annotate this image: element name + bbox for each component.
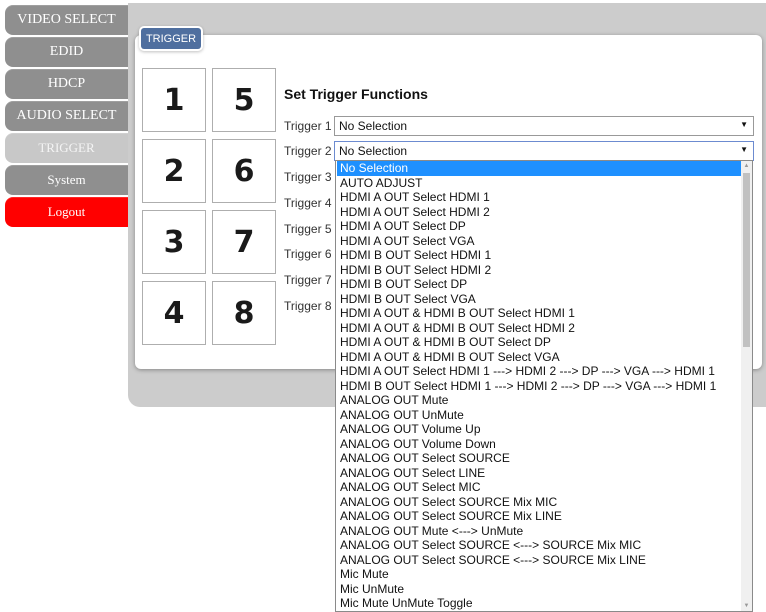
nav-item-system[interactable]: System xyxy=(5,165,128,195)
dropdown-arrow-icon: ▼ xyxy=(740,145,748,154)
trigger-button-5[interactable]: 5 xyxy=(212,68,276,132)
dropdown-option[interactable]: HDMI B OUT Select VGA xyxy=(337,292,741,307)
dropdown-option[interactable]: ANALOG OUT Select SOURCE xyxy=(337,451,741,466)
trigger-7-label: Trigger 7 xyxy=(284,273,332,287)
dropdown-option[interactable]: HDMI A OUT & HDMI B OUT Select HDMI 1 xyxy=(337,306,741,321)
dropdown-option[interactable]: HDMI A OUT Select VGA xyxy=(337,234,741,249)
dropdown-option[interactable]: HDMI B OUT Select DP xyxy=(337,277,741,292)
dropdown-option[interactable]: HDMI B OUT Select HDMI 2 xyxy=(337,263,741,278)
dropdown-option[interactable]: ANALOG OUT Select LINE xyxy=(337,466,741,481)
nav-item-video-select[interactable]: VIDEO SELECT xyxy=(5,5,128,35)
dropdown-option[interactable]: ANALOG OUT Mute xyxy=(337,393,741,408)
trigger-2-label: Trigger 2 xyxy=(284,144,332,158)
trigger-2-select[interactable]: No Selection ▼ xyxy=(334,141,754,161)
dropdown-option[interactable]: No Selection xyxy=(337,161,741,176)
trigger-button-3[interactable]: 3 xyxy=(142,210,206,274)
dropdown-option[interactable]: HDMI B OUT Select HDMI 1 ---> HDMI 2 ---… xyxy=(337,379,741,394)
dropdown-option[interactable]: Mic Mute xyxy=(337,567,741,582)
scrollbar-thumb[interactable] xyxy=(743,173,750,347)
trigger-1-label: Trigger 1 xyxy=(284,119,332,133)
trigger-6-label: Trigger 6 xyxy=(284,247,332,261)
trigger-button-2[interactable]: 2 xyxy=(142,139,206,203)
trigger-button-1[interactable]: 1 xyxy=(142,68,206,132)
dropdown-option[interactable]: ANALOG OUT Select SOURCE Mix MIC xyxy=(337,495,741,510)
trigger-button-7[interactable]: 7 xyxy=(212,210,276,274)
scroll-down-icon[interactable]: ▼ xyxy=(741,601,752,611)
logout-button[interactable]: Logout xyxy=(5,197,128,227)
nav-item-audio-select[interactable]: AUDIO SELECT xyxy=(5,101,128,131)
trigger-button-4[interactable]: 4 xyxy=(142,281,206,345)
trigger-5-label: Trigger 5 xyxy=(284,222,332,236)
dropdown-option[interactable]: HDMI A OUT & HDMI B OUT Select VGA xyxy=(337,350,741,365)
dropdown-option[interactable]: ANALOG OUT Select MIC xyxy=(337,480,741,495)
trigger-1-select[interactable]: No Selection ▼ xyxy=(334,116,754,136)
dropdown-option[interactable]: ANALOG OUT Volume Up xyxy=(337,422,741,437)
trigger-button-8[interactable]: 8 xyxy=(212,281,276,345)
dropdown-option[interactable]: ANALOG OUT Volume Down xyxy=(337,437,741,452)
dropdown-option[interactable]: ANALOG OUT Select SOURCE Mix LINE xyxy=(337,509,741,524)
dropdown-option[interactable]: ANALOG OUT Select SOURCE <---> SOURCE Mi… xyxy=(337,553,741,568)
scroll-up-icon[interactable]: ▲ xyxy=(741,161,752,171)
dropdown-option[interactable]: ANALOG OUT UnMute xyxy=(337,408,741,423)
dropdown-option[interactable]: Mic UnMute xyxy=(337,582,741,597)
nav-item-trigger[interactable]: TRIGGER xyxy=(5,133,128,163)
dropdown-arrow-icon: ▼ xyxy=(740,120,748,129)
trigger-button-6[interactable]: 6 xyxy=(212,139,276,203)
section-heading: Set Trigger Functions xyxy=(284,86,428,102)
trigger-3-label: Trigger 3 xyxy=(284,170,332,184)
tab-trigger: TRIGGER xyxy=(141,28,201,49)
dropdown-option[interactable]: Mic Mute UnMute Toggle xyxy=(337,596,741,611)
trigger-8-label: Trigger 8 xyxy=(284,299,332,313)
dropdown-option[interactable]: HDMI A OUT Select DP xyxy=(337,219,741,234)
dropdown-option[interactable]: ANALOG OUT Mute <---> UnMute xyxy=(337,524,741,539)
dropdown-option[interactable]: HDMI A OUT Select HDMI 2 xyxy=(337,205,741,220)
trigger-1-select-value: No Selection xyxy=(339,119,408,133)
dropdown-option[interactable]: HDMI A OUT Select HDMI 1 ---> HDMI 2 ---… xyxy=(337,364,741,379)
trigger-2-dropdown-list[interactable]: ▲ ▼ No Selection AUTO ADJUST HDMI A OUT Se… xyxy=(335,160,753,612)
nav-item-edid[interactable]: EDID xyxy=(5,37,128,67)
trigger-4-label: Trigger 4 xyxy=(284,196,332,210)
nav-item-hdcp[interactable]: HDCP xyxy=(5,69,128,99)
dropdown-option[interactable]: HDMI A OUT & HDMI B OUT Select DP xyxy=(337,335,741,350)
dropdown-option[interactable]: ANALOG OUT Select SOURCE <---> SOURCE Mi… xyxy=(337,538,741,553)
dropdown-option[interactable]: HDMI A OUT Select HDMI 1 xyxy=(337,190,741,205)
dropdown-scrollbar[interactable]: ▲ ▼ xyxy=(741,161,752,611)
dropdown-option[interactable]: HDMI B OUT Select HDMI 1 xyxy=(337,248,741,263)
dropdown-option[interactable]: HDMI A OUT & HDMI B OUT Select HDMI 2 xyxy=(337,321,741,336)
dropdown-option[interactable]: AUTO ADJUST xyxy=(337,176,741,191)
trigger-2-select-value: No Selection xyxy=(339,144,408,158)
